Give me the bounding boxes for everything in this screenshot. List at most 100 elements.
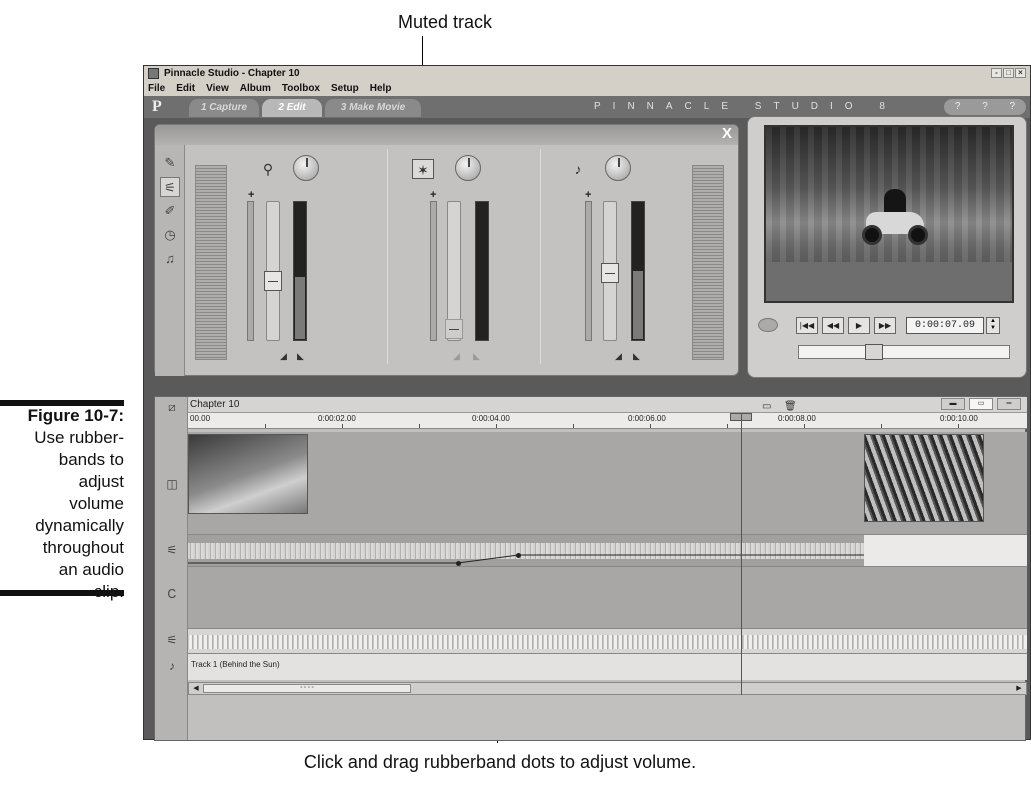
help-icon[interactable]: ? <box>1010 99 1016 115</box>
disc-icon[interactable] <box>758 318 778 332</box>
title-overlay-track[interactable] <box>188 566 1027 628</box>
original-audio-track[interactable] <box>188 534 1027 567</box>
time-ruler[interactable]: 00.00 0:00:02.00 0:00:04.00 0:00:06.00 0… <box>188 413 1027 429</box>
window-title: Pinnacle Studio - Chapter 10 <box>164 68 300 79</box>
volume-mixer-icon[interactable]: ⚟ <box>160 177 180 197</box>
video-track-icon[interactable]: ◫ <box>163 477 181 491</box>
fast-forward-button[interactable]: ▶▶ <box>874 317 896 334</box>
title-bar: Pinnacle Studio - Chapter 10 - □ × <box>144 66 1030 81</box>
preview-screen <box>764 125 1014 303</box>
close-button[interactable]: × <box>1015 68 1026 78</box>
caption-line: adjust <box>78 472 124 491</box>
scrubber-thumb[interactable] <box>865 344 883 360</box>
ruler-label: 0:00:08.00 <box>778 414 816 423</box>
meter-fill <box>633 271 643 339</box>
plus-marker: + <box>585 189 592 201</box>
title-track-icon[interactable]: Ꮯ <box>163 587 181 602</box>
minimize-button[interactable]: - <box>991 68 1002 78</box>
volume-slider-thumb[interactable] <box>601 263 619 283</box>
text-view-button[interactable]: ═ <box>997 398 1021 410</box>
menu-bar: File Edit View Album Toolbox Setup Help <box>144 81 1030 96</box>
caption-line: throughout <box>42 538 124 557</box>
road-area <box>766 262 1012 301</box>
video-clip-thumbnail[interactable] <box>188 434 308 514</box>
menu-file[interactable]: File <box>148 81 165 96</box>
menu-album[interactable]: Album <box>240 81 271 96</box>
scroll-left-icon[interactable]: ◀ <box>190 683 202 694</box>
channel-video-audio: ⚲ + ◢ ◣ <box>235 153 385 363</box>
sound-effect-track-icon[interactable]: ⚟ <box>163 633 181 647</box>
video-audio-icon[interactable]: ⚲ <box>257 159 279 179</box>
ruler-label: 0:00:06.00 <box>628 414 666 423</box>
scroll-thumb[interactable]: ∘∘∘∘ <box>203 684 411 693</box>
rewind-button[interactable]: ◀◀ <box>822 317 844 334</box>
ruler-tick <box>265 424 266 428</box>
music-track-label: Track 1 (Behind the Sun) <box>191 660 280 669</box>
rubberband-dot[interactable] <box>516 553 521 558</box>
level-track <box>430 201 437 341</box>
menu-edit[interactable]: Edit <box>176 81 195 96</box>
timeline-scrollbar[interactable]: ◀ ∘∘∘∘ ▶ <box>188 682 1027 695</box>
help-icon[interactable]: ? <box>955 99 961 115</box>
music-track[interactable]: Track 1 (Behind the Sun) <box>188 653 1027 680</box>
view-buttons: ▬ ▭ ═ <box>941 398 1021 410</box>
go-to-start-button[interactable]: |◀◀ <box>796 317 818 334</box>
fade-in-triangle: ◢ <box>280 351 287 361</box>
timeline-toggle-icon[interactable]: ⧄ <box>163 400 181 415</box>
audio-track-icon[interactable]: ⚟ <box>163 543 181 557</box>
storyboard-view-button[interactable]: ▬ <box>941 398 965 410</box>
caption-bottom-rule <box>0 590 124 596</box>
music-track-icon[interactable]: ♪ <box>163 659 181 673</box>
video-track[interactable] <box>188 432 1027 534</box>
caption-line: an audio <box>58 560 124 579</box>
voice-over-icon[interactable]: ✐ <box>160 201 180 221</box>
balance-knob[interactable] <box>455 155 481 181</box>
volume-slider-thumb[interactable] <box>264 271 282 291</box>
level-meter <box>293 201 307 341</box>
timeline-view-button[interactable]: ▭ <box>969 398 993 410</box>
movie-title: Chapter 10 <box>190 399 240 410</box>
front-wheel <box>908 225 928 245</box>
menu-help[interactable]: Help <box>370 81 392 96</box>
rubberband-callout: Click and drag rubberband dots to adjust… <box>303 752 697 772</box>
ruler-tick <box>727 424 728 428</box>
menu-setup[interactable]: Setup <box>331 81 359 96</box>
sound-effect-icon[interactable]: ◷ <box>160 225 180 245</box>
ruler-label: 0:00:10.00 <box>940 414 978 423</box>
menu-toolbox[interactable]: Toolbox <box>282 81 320 96</box>
ruler-label: 00.00 <box>190 414 211 423</box>
scroll-right-icon[interactable]: ▶ <box>1013 683 1025 694</box>
ruler-tick <box>881 424 882 428</box>
play-button[interactable]: ▶ <box>848 317 870 334</box>
timecode-spinner[interactable]: ▲ ▼ <box>986 317 1000 334</box>
tab-edit[interactable]: 2 Edit <box>262 99 322 117</box>
channel-music: ♪ + ◢ ◣ <box>555 153 705 363</box>
level-track <box>585 201 592 341</box>
video-clip-thumbnail[interactable] <box>864 434 984 522</box>
background-music-icon[interactable]: ♫ <box>160 249 180 269</box>
ruler-label: 0:00:02.00 <box>318 414 356 423</box>
maximize-button[interactable]: □ <box>1003 68 1014 78</box>
help-buttons: ? ? ? <box>944 99 1026 115</box>
tab-make-movie[interactable]: 3 Make Movie <box>325 99 421 117</box>
close-toolbox-icon[interactable]: X <box>722 125 732 142</box>
volume-rubberband[interactable] <box>188 535 1027 567</box>
mode-tab-bar: P 1 Capture 2 Edit 3 Make Movie PINNACLE… <box>144 96 1030 118</box>
video-toolbox-icon[interactable]: ✎ <box>160 153 180 173</box>
scrubber-bar[interactable] <box>798 344 1010 360</box>
music-track-icon[interactable]: ♪ <box>567 159 589 179</box>
balance-knob[interactable] <box>605 155 631 181</box>
tab-capture[interactable]: 1 Capture <box>189 99 259 117</box>
muted-sound-effects-icon[interactable]: ✶ <box>412 159 434 179</box>
sound-effect-track[interactable] <box>188 628 1027 653</box>
timecode-display[interactable]: 0:00:07.09 <box>906 317 984 334</box>
ruler-label: 0:00:04.00 <box>472 414 510 423</box>
menu-view[interactable]: View <box>206 81 229 96</box>
volume-slider-thumb[interactable] <box>445 319 463 339</box>
figure-label: Figure 10-7: <box>27 406 124 425</box>
muted-track-callout: Muted track <box>397 12 493 32</box>
help-icon[interactable]: ? <box>982 99 988 115</box>
plus-marker: + <box>430 189 437 201</box>
plus-marker: + <box>248 189 255 201</box>
balance-knob[interactable] <box>293 155 319 181</box>
